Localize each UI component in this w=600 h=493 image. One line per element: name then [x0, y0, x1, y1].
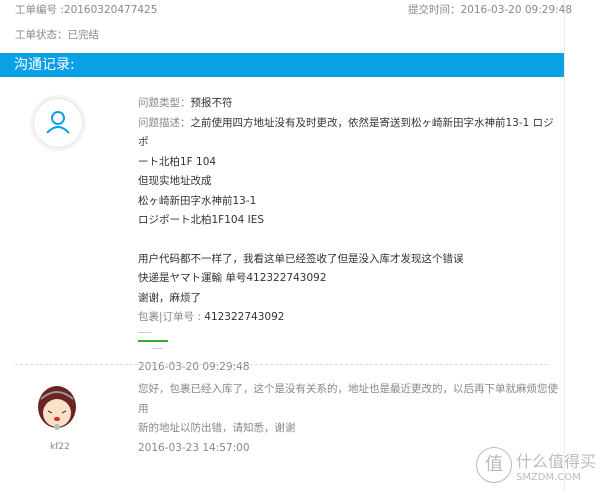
user-icon [46, 111, 70, 134]
agent-name: kf22 [50, 442, 70, 452]
attachment-thumbnail[interactable] [138, 328, 172, 354]
watermark: 值 什么值得买 SMZDM.COM [475, 447, 596, 483]
user-avatar [33, 98, 83, 148]
ticket-status: 工单状态：已完结 [15, 29, 99, 41]
divider [15, 364, 548, 365]
ticket-number: 工单编号 :20160320477425 [15, 4, 158, 16]
section-title: 沟通记录: [0, 53, 564, 77]
agent-avatar [37, 385, 77, 431]
agent-face-icon [38, 386, 76, 430]
ticket-panel: 工单编号 :20160320477425 提交时间：2016-03-20 09:… [0, 0, 572, 493]
watermark-logo-icon: 值 [475, 447, 512, 483]
submit-time: 提交时间：2016-03-20 09:29:48 [408, 4, 573, 16]
user-message: 问题类型：预报不符 问题描述：之前使用四方地址没有及时更改，依然是寄送到松ヶ崎新… [138, 97, 554, 373]
